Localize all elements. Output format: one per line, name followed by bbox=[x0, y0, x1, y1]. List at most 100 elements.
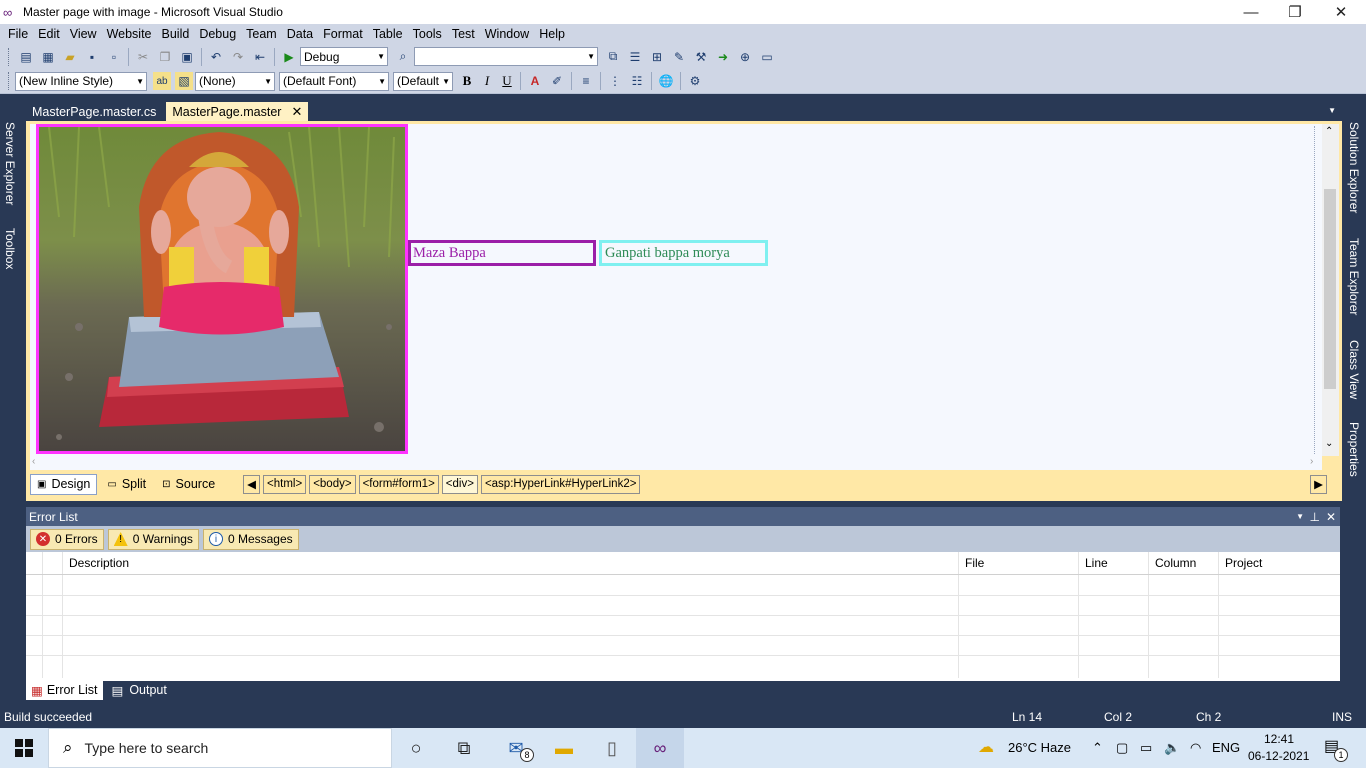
close-tab-icon[interactable]: ✕ bbox=[291, 104, 302, 120]
menu-format[interactable]: Format bbox=[318, 27, 368, 41]
close-button[interactable]: ✕ bbox=[1318, 0, 1364, 24]
save-icon[interactable]: ▪ bbox=[83, 48, 101, 66]
menu-window[interactable]: Window bbox=[480, 27, 534, 41]
tab-overflow-icon[interactable]: ▼ bbox=[1328, 106, 1336, 115]
tab-masterpage-master[interactable]: MasterPage.master ✕ bbox=[166, 102, 309, 122]
messages-filter-button[interactable]: i 0 Messages bbox=[202, 528, 299, 550]
block-format-dropdown[interactable]: (None) ▼ bbox=[195, 71, 275, 91]
solution-configuration-dropdown[interactable]: Debug ▼ bbox=[300, 47, 388, 66]
underline-button[interactable]: U bbox=[497, 73, 517, 89]
toolbox-icon[interactable]: ✎ bbox=[670, 48, 688, 66]
file-explorer-icon[interactable]: ▬ bbox=[540, 728, 588, 768]
solution-explorer-icon[interactable]: ⧉ bbox=[604, 48, 622, 66]
breadcrumb-hyperlink[interactable]: <asp:HyperLink#HyperLink2> bbox=[480, 474, 641, 494]
vertical-scrollbar[interactable]: ⌃ ⌄ bbox=[1322, 124, 1339, 456]
menu-build[interactable]: Build bbox=[157, 27, 195, 41]
numbered-list-icon[interactable]: ⋮ bbox=[606, 72, 624, 90]
weather-text[interactable]: 26°C Haze bbox=[1008, 740, 1071, 755]
tab-masterpage-master-cs[interactable]: MasterPage.master.cs bbox=[26, 102, 162, 122]
design-view-button[interactable]: ▣ Design bbox=[30, 473, 98, 495]
window-position-icon[interactable]: ▼ bbox=[1296, 512, 1304, 521]
column-description[interactable]: Description bbox=[69, 556, 129, 570]
visual-studio-taskbar-icon[interactable]: ∞ bbox=[636, 728, 684, 768]
paste-icon[interactable]: ▣ bbox=[178, 48, 196, 66]
close-panel-icon[interactable]: ✕ bbox=[1326, 510, 1336, 524]
warnings-filter-button[interactable]: ! 0 Warnings bbox=[107, 528, 199, 550]
tab-output[interactable]: ▤ Output bbox=[107, 681, 172, 700]
bulleted-list-icon[interactable]: ☷ bbox=[628, 72, 646, 90]
team-explorer-tab[interactable]: Team Explorer bbox=[1347, 238, 1361, 315]
pin-icon[interactable]: ⊥ bbox=[1310, 510, 1320, 524]
menu-file[interactable]: File bbox=[3, 27, 33, 41]
start-debugging-icon[interactable]: ▶ bbox=[280, 48, 298, 66]
menu-help[interactable]: Help bbox=[534, 27, 570, 41]
properties-window-icon[interactable]: ☰ bbox=[626, 48, 644, 66]
toolbar-grip[interactable] bbox=[8, 47, 12, 66]
scrollbar-thumb[interactable] bbox=[1324, 189, 1336, 389]
volume-icon[interactable]: 🔈 bbox=[1164, 740, 1180, 756]
scroll-down-icon[interactable]: ⌄ bbox=[1325, 438, 1333, 449]
scroll-left-icon[interactable]: ‹ bbox=[32, 456, 35, 467]
menu-website[interactable]: Website bbox=[102, 27, 157, 41]
find-combo[interactable]: ▼ bbox=[414, 47, 598, 66]
apply-style-icon[interactable]: ab bbox=[153, 72, 171, 90]
mail-icon[interactable]: ✉ 8 bbox=[492, 728, 540, 768]
breadcrumb-div[interactable]: <div> bbox=[441, 474, 478, 494]
hyperlink-maza-bappa[interactable]: Maza Bappa bbox=[408, 240, 596, 266]
background-color-icon[interactable]: ✐ bbox=[548, 72, 566, 90]
properties-tab[interactable]: Properties bbox=[1347, 422, 1361, 477]
menu-debug[interactable]: Debug bbox=[194, 27, 241, 41]
clock-time[interactable]: 12:41 bbox=[1264, 732, 1294, 746]
column-column[interactable]: Column bbox=[1155, 556, 1196, 570]
open-file-icon[interactable]: ▰ bbox=[61, 48, 79, 66]
start-page-icon[interactable]: ➜ bbox=[714, 48, 732, 66]
toolbar-grip[interactable] bbox=[8, 72, 12, 90]
italic-button[interactable]: I bbox=[477, 73, 497, 89]
command-window-icon[interactable]: ▭ bbox=[758, 48, 776, 66]
ganesha-image[interactable] bbox=[36, 124, 408, 454]
horizontal-scrollbar[interactable]: ‹ › bbox=[30, 456, 1322, 470]
foreground-color-icon[interactable]: A bbox=[526, 72, 544, 90]
menu-team[interactable]: Team bbox=[241, 27, 282, 41]
wifi-icon[interactable]: ◠ bbox=[1190, 740, 1201, 756]
new-project-icon[interactable]: ▤ bbox=[17, 48, 35, 66]
solution-explorer-tab[interactable]: Solution Explorer bbox=[1347, 122, 1361, 213]
menu-data[interactable]: Data bbox=[282, 27, 318, 41]
menu-table[interactable]: Table bbox=[368, 27, 408, 41]
column-line[interactable]: Line bbox=[1085, 556, 1108, 570]
undo-icon[interactable]: ↶ bbox=[207, 48, 225, 66]
class-view-tab[interactable]: Class View bbox=[1347, 340, 1361, 399]
save-all-icon[interactable]: ▫ bbox=[105, 48, 123, 66]
menu-tools[interactable]: Tools bbox=[408, 27, 447, 41]
show-hidden-icons-icon[interactable]: ⌃ bbox=[1092, 740, 1103, 756]
menu-view[interactable]: View bbox=[65, 27, 102, 41]
copy-icon[interactable]: ❐ bbox=[156, 48, 174, 66]
errors-filter-button[interactable]: ✕ 0 Errors bbox=[30, 528, 104, 550]
add-item-icon[interactable]: ▦ bbox=[39, 48, 57, 66]
breadcrumb-body[interactable]: <body> bbox=[309, 474, 356, 494]
extension-manager-icon[interactable]: ⊕ bbox=[736, 48, 754, 66]
tab-error-list[interactable]: ▦ Error List bbox=[26, 680, 103, 700]
split-view-button[interactable]: ▭ Split bbox=[101, 474, 152, 495]
target-rule-dropdown[interactable]: (New Inline Style) ▼ bbox=[15, 71, 147, 91]
server-explorer-tab[interactable]: Server Explorer bbox=[3, 122, 17, 205]
cut-icon[interactable]: ✂ bbox=[134, 48, 152, 66]
minimize-button[interactable]: — bbox=[1228, 0, 1274, 24]
scroll-up-icon[interactable]: ⌃ bbox=[1325, 126, 1333, 137]
task-view-icon[interactable]: ⧉ bbox=[440, 728, 488, 768]
menu-edit[interactable]: Edit bbox=[33, 27, 65, 41]
column-file[interactable]: File bbox=[965, 556, 984, 570]
source-view-button[interactable]: ⊡ Source bbox=[156, 474, 221, 495]
breadcrumb-html[interactable]: <html> bbox=[263, 474, 307, 494]
language-indicator[interactable]: ENG bbox=[1212, 740, 1240, 755]
meet-now-icon[interactable]: ▢ bbox=[1116, 740, 1128, 756]
object-browser-icon[interactable]: ⊞ bbox=[648, 48, 666, 66]
bold-button[interactable]: B bbox=[457, 73, 477, 89]
breadcrumb-back-button[interactable]: ◀ bbox=[243, 474, 261, 494]
cortana-icon[interactable]: ○ bbox=[392, 728, 440, 768]
clock-date[interactable]: 06-12-2021 bbox=[1248, 749, 1309, 763]
tools-icon[interactable]: ⚒ bbox=[692, 48, 710, 66]
weather-icon[interactable]: ☁ bbox=[978, 737, 994, 757]
find-in-files-icon[interactable]: ⌕ bbox=[394, 48, 412, 66]
new-style-icon[interactable]: ▧ bbox=[175, 72, 193, 90]
